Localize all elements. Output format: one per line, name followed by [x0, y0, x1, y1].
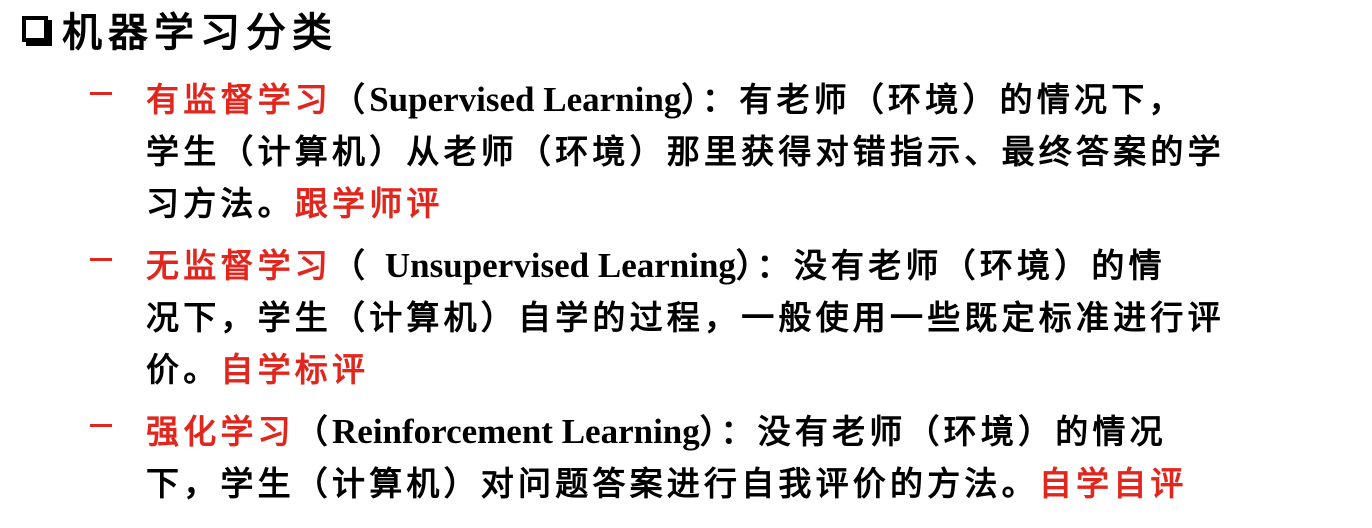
item-line-2: 下，学生（计算机）对问题答案进行自我评价的方法。自学自评: [146, 458, 1188, 510]
open-paren: （: [332, 246, 385, 285]
checkbox-square-icon: [22, 16, 48, 42]
slide-heading: 机器学习分类: [22, 4, 338, 56]
dash-bullet-icon: [90, 92, 112, 95]
item-line-1: 无监督学习（ Unsupervised Learning）：没有老师（环境）的情: [146, 240, 1225, 292]
term-label: 有监督学习: [146, 80, 332, 119]
definition-end: 价。: [146, 350, 221, 389]
definition-start: ）：有老师（环境）的情况下，: [681, 80, 1186, 119]
summary-tag: 自学自评: [1038, 464, 1188, 503]
item-line-1: 强化学习（Reinforcement Learning）：没有老师（环境）的情况: [146, 406, 1188, 458]
item-body: 无监督学习（ Unsupervised Learning）：没有老师（环境）的情…: [146, 240, 1225, 396]
dash-bullet-icon: [90, 258, 112, 261]
summary-tag: 自学标评: [220, 350, 370, 389]
open-paren: （: [332, 80, 370, 119]
definition-end: 习方法。: [146, 184, 295, 223]
item-line-3: 价。自学标评: [146, 344, 1225, 396]
term-label: 强化学习: [146, 412, 295, 451]
summary-tag: 跟学师评: [294, 184, 444, 223]
term-label: 无监督学习: [146, 246, 332, 285]
definition-end: 下，学生（计算机）对问题答案进行自我评价的方法。: [146, 464, 1039, 503]
english-term: Supervised Learning: [369, 80, 682, 119]
heading-title: 机器学习分类: [62, 10, 338, 56]
item-line-2: 况下，学生（计算机）自学的过程，一般使用一些既定标准进行评: [146, 298, 1225, 337]
item-body: 强化学习（Reinforcement Learning）：没有老师（环境）的情况…: [146, 406, 1188, 510]
item-body: 有监督学习（Supervised Learning）：有老师（环境）的情况下， …: [146, 74, 1225, 230]
definition-start: ）：没有老师（环境）的情况: [699, 412, 1167, 451]
english-term: Reinforcement Learning: [332, 412, 700, 451]
item-line-3: 习方法。跟学师评: [146, 178, 1225, 230]
definition-start: ）：没有老师（环境）的情: [735, 246, 1166, 285]
english-term: Unsupervised Learning: [384, 246, 736, 285]
item-line-2: 学生（计算机）从老师（环境）那里获得对错指示、最终答案的学: [146, 132, 1225, 171]
item-line-1: 有监督学习（Supervised Learning）：有老师（环境）的情况下，: [146, 74, 1225, 126]
open-paren: （: [294, 412, 333, 451]
dash-bullet-icon: [90, 424, 112, 427]
